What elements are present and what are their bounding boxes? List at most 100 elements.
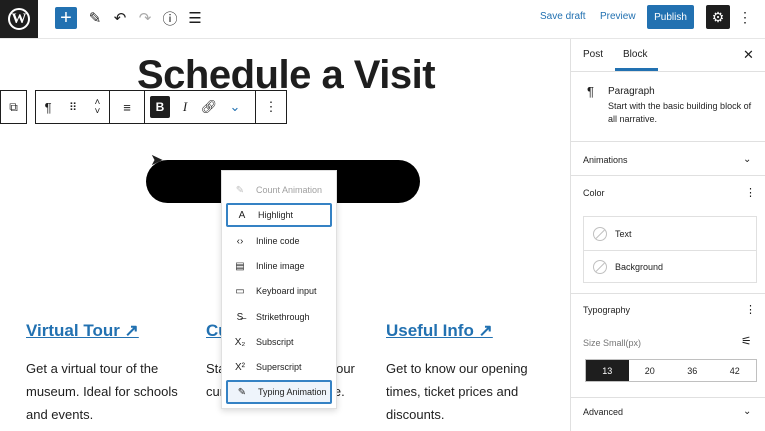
text-color-icon: A xyxy=(238,209,246,221)
paragraph-icon: ¶ xyxy=(587,84,594,99)
tab-post[interactable]: Post xyxy=(583,49,603,60)
panel-color-title: Color xyxy=(583,188,605,198)
color-text-item[interactable]: Text xyxy=(584,217,756,251)
list-view-icon: ☰ xyxy=(188,10,202,27)
details-button[interactable]: ⓘ xyxy=(162,6,178,30)
block-description: Start with the basic building block of a… xyxy=(608,101,752,124)
chevron-down-icon[interactable]: ⌄ xyxy=(743,406,751,417)
redo-button[interactable]: ↷ xyxy=(137,6,153,30)
block-toolbar: ⧉ ¶ ⠿ ˄ ˅ ≡ B I 🔗︎ ⌄ ⋮ xyxy=(0,90,287,124)
menu-item-count-animation[interactable]: ✎ Count Animation xyxy=(226,178,332,202)
close-icon: ✕ xyxy=(743,47,754,62)
link-icon: 🔗︎ xyxy=(200,99,218,114)
undo-icon: ↶ xyxy=(113,10,127,27)
align-icon[interactable]: ≡ xyxy=(123,91,131,123)
subscript-icon: X₂ xyxy=(234,336,246,348)
font-size-option[interactable]: 20 xyxy=(629,360,672,381)
menu-item-label: Subscript xyxy=(256,337,294,347)
mouse-pointer-icon: ➤ xyxy=(150,152,164,169)
column-useful-info: Useful Info ↗ Get to know our opening ti… xyxy=(386,321,556,426)
panel-animations-title[interactable]: Animations xyxy=(583,155,628,165)
image-icon: ▤ xyxy=(235,260,245,272)
more-formats-button[interactable]: ⌄ xyxy=(223,91,247,123)
more-vertical-icon: ⋮ xyxy=(745,304,756,316)
bold-button[interactable]: B xyxy=(150,96,170,118)
menu-item-label: Typing Animation xyxy=(258,387,327,397)
settings-button[interactable]: ⚙ xyxy=(706,5,730,29)
paragraph-icon[interactable]: ¶ xyxy=(45,91,52,123)
wordpress-logo[interactable]: W xyxy=(0,0,38,38)
column-heading-link[interactable]: Virtual Tour ↗ xyxy=(26,321,196,341)
color-options-button[interactable]: ⋮ xyxy=(745,186,756,199)
code-icon: ‹› xyxy=(236,235,244,247)
close-sidebar-button[interactable]: ✕ xyxy=(743,47,754,63)
font-size-option[interactable]: 42 xyxy=(714,360,757,381)
info-icon: ⓘ xyxy=(162,10,178,28)
menu-item-inline-image[interactable]: ▤ Inline image xyxy=(226,254,332,278)
undo-button[interactable]: ↶ xyxy=(112,6,128,30)
preview-button[interactable]: Preview xyxy=(600,11,636,22)
column-text[interactable]: Get a virtual tour of the museum. Ideal … xyxy=(26,357,196,426)
font-size-picker: 13 20 36 42 xyxy=(585,359,757,382)
brush-icon: ✎ xyxy=(235,184,245,196)
redo-icon: ↷ xyxy=(138,10,152,27)
color-settings: Text Background xyxy=(583,216,757,283)
options-button[interactable]: ⋮ xyxy=(738,9,752,26)
font-size-option[interactable]: 36 xyxy=(671,360,714,381)
list-view-button[interactable]: ☰ xyxy=(187,6,203,30)
italic-button[interactable]: I xyxy=(175,91,195,123)
color-swatch-icon xyxy=(593,226,607,241)
plus-icon: + xyxy=(60,7,72,29)
chevron-down-icon[interactable]: ⌄ xyxy=(743,154,751,165)
column-virtual-tour: Virtual Tour ↗ Get a virtual tour of the… xyxy=(26,321,196,426)
sidebar-tabs: Post Block ✕ xyxy=(571,39,765,72)
menu-item-typing-animation[interactable]: ✎ Typing Animation xyxy=(226,380,332,404)
move-up-down-icon[interactable]: ˄ ˅ xyxy=(94,91,100,123)
divider xyxy=(571,293,765,294)
menu-item-inline-code[interactable]: ‹› Inline code xyxy=(226,229,332,253)
color-item-label: Text xyxy=(615,228,632,239)
block-switcher-group: ¶ ⠿ ˄ ˅ xyxy=(35,90,110,124)
divider xyxy=(571,141,765,142)
color-background-item[interactable]: Background xyxy=(584,250,756,283)
more-options-group: ⋮ xyxy=(255,90,287,124)
menu-item-superscript[interactable]: X² Superscript xyxy=(226,355,332,379)
divider xyxy=(571,397,765,398)
link-button[interactable]: 🔗︎ xyxy=(195,91,223,123)
tools-button[interactable]: ✎ xyxy=(87,6,103,30)
save-draft-button[interactable]: Save draft xyxy=(540,11,586,22)
menu-item-subscript[interactable]: X₂ Subscript xyxy=(226,330,332,354)
more-vertical-icon[interactable]: ⋮ xyxy=(265,91,278,123)
menu-item-label: Strikethrough xyxy=(256,312,310,322)
panel-advanced-title[interactable]: Advanced xyxy=(583,407,623,417)
add-block-button[interactable]: + xyxy=(55,7,77,29)
menu-item-highlight[interactable]: A Highlight xyxy=(226,203,332,227)
strikethrough-icon: S̶ xyxy=(236,311,244,323)
typography-options-button[interactable]: ⋮ xyxy=(745,303,756,316)
set-custom-size-button[interactable]: ⚟ xyxy=(741,334,752,348)
font-size-option[interactable]: 13 xyxy=(586,360,629,381)
menu-item-label: Keyboard input xyxy=(256,286,317,296)
divider xyxy=(571,175,765,176)
align-group: ≡ xyxy=(109,90,145,124)
settings-sidebar: Post Block ✕ ¶ Paragraph Start with the … xyxy=(570,39,765,431)
menu-item-label: Superscript xyxy=(256,362,302,372)
block-mover-group: ⧉ xyxy=(0,90,27,124)
menu-item-label: Highlight xyxy=(258,210,294,220)
more-vertical-icon: ⋮ xyxy=(745,187,756,199)
column-text[interactable]: Get to know our opening times, ticket pr… xyxy=(386,357,556,426)
top-toolbar: W + ✎ ↶ ↷ ⓘ ☰ Save draft Preview Publish… xyxy=(0,0,765,39)
chevron-down-icon: ⌄ xyxy=(229,99,241,114)
column-heading-link[interactable]: Useful Info ↗ xyxy=(386,321,556,341)
drag-handle-icon[interactable]: ⠿ xyxy=(69,91,77,123)
menu-item-strikethrough[interactable]: S̶ Strikethrough xyxy=(226,305,332,329)
menu-item-label: Inline image xyxy=(256,261,305,271)
tab-block[interactable]: Block xyxy=(623,49,647,60)
block-name: Paragraph xyxy=(608,86,655,97)
publish-button[interactable]: Publish xyxy=(647,5,694,29)
more-vertical-icon: ⋮ xyxy=(738,9,752,25)
transform-icon[interactable]: ⧉ xyxy=(9,91,18,123)
panel-typography-title: Typography xyxy=(583,305,631,315)
menu-item-keyboard-input[interactable]: ▭ Keyboard input xyxy=(226,279,332,303)
color-swatch-icon xyxy=(593,259,607,274)
